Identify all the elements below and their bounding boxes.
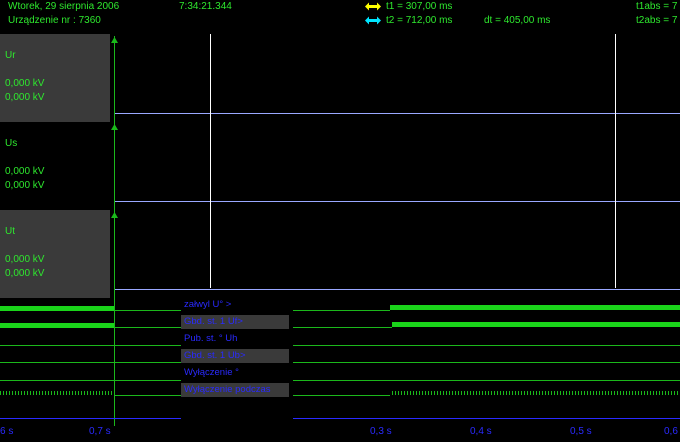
cursor-t1-line[interactable] — [210, 34, 211, 288]
time-axis-tick: 0,4 s — [470, 426, 492, 437]
channel-value: 0,000 kV — [5, 92, 45, 103]
axis-arrow-icon — [111, 210, 118, 221]
digital-trace — [0, 345, 181, 346]
channel-name: Ut — [5, 226, 15, 237]
channel-panel-ur: Ur 0,000 kV 0,000 kV — [0, 34, 110, 122]
time-label: 7:34:21.344 — [179, 1, 232, 12]
channel-panel-ut: Ut 0,000 kV 0,000 kV — [0, 210, 110, 298]
time-axis-tick: 0,6 s — [664, 426, 680, 437]
digital-trace — [0, 380, 181, 381]
digital-trace — [0, 323, 114, 328]
channel-trace-us — [115, 201, 680, 202]
digital-trace — [115, 310, 181, 311]
axis-arrow-icon — [111, 35, 118, 46]
time-axis-tick: 0,5 s — [570, 426, 592, 437]
digital-trace — [293, 345, 680, 346]
digital-trace — [392, 322, 680, 327]
digital-trace — [293, 310, 390, 311]
channel-panel-us: Us 0,000 kV 0,000 kV — [0, 122, 110, 210]
digital-trace — [390, 305, 680, 310]
channel-value: 0,000 kV — [5, 180, 45, 191]
digital-legend-item: Gbd. st. 1 Uf> — [181, 315, 289, 329]
digital-legend-item: Wyłączenie ° — [184, 367, 239, 378]
axis-arrow-icon — [111, 122, 118, 133]
channel-name: Us — [5, 138, 18, 149]
digital-trace — [293, 395, 390, 396]
t1-cursor-icon — [365, 2, 381, 14]
time-axis-line — [0, 418, 181, 419]
time-axis-line — [293, 418, 680, 419]
dt-label: dt = 405,00 ms — [484, 15, 551, 26]
channel-trace-ut — [115, 289, 680, 290]
channel-value: 0,000 kV — [5, 254, 45, 265]
channel-value: 0,000 kV — [5, 166, 45, 177]
channel-value: 0,000 kV — [5, 268, 45, 279]
cursor-t2-line[interactable] — [615, 34, 616, 288]
digital-trace — [293, 327, 392, 328]
digital-legend-item: załwyl U° > — [184, 299, 232, 310]
time-axis-tick: 0,7 s — [89, 426, 111, 437]
digital-trace — [293, 380, 680, 381]
t1-label: t1 = 307,00 ms — [386, 1, 453, 12]
date-label: Wtorek, 29 sierpnia 2006 — [8, 1, 120, 12]
time-axis-tick: 0,3 s — [370, 426, 392, 437]
digital-trace — [115, 395, 181, 396]
channel-name: Ur — [5, 50, 16, 61]
digital-trace — [0, 306, 114, 311]
time-axis-tick: 6 s — [0, 426, 14, 437]
t2abs-label: t2abs = 7 — [636, 15, 678, 26]
digital-trace — [0, 362, 181, 363]
digital-trace-pulses — [0, 391, 114, 395]
digital-trace — [293, 362, 680, 363]
channel-trace-ur — [115, 113, 680, 114]
t2-cursor-icon — [365, 16, 381, 28]
digital-trace-pulses — [392, 391, 680, 395]
t1abs-label: t1abs = 7 — [636, 1, 678, 12]
digital-legend-item: Gbd. st. 1 Ub> — [181, 349, 289, 363]
device-label: Urządzenie nr : 7360 — [8, 15, 101, 26]
channel-value: 0,000 kV — [5, 78, 45, 89]
vertical-axis — [114, 36, 115, 426]
digital-legend-item: Wyłączenie podczas — [181, 383, 289, 397]
digital-trace — [115, 327, 181, 328]
t2-label: t2 = 712,00 ms — [386, 15, 453, 26]
digital-legend-item: Pub. st. ° Uh — [184, 333, 238, 344]
